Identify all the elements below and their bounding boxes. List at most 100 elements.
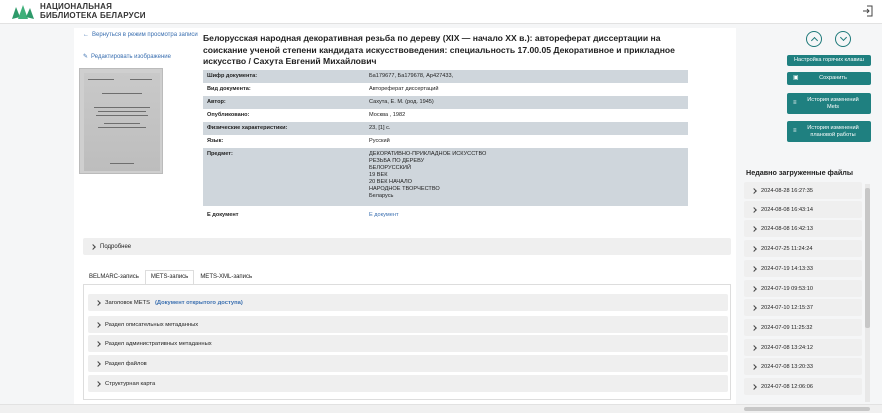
meta-value-subjects: ДЕКОРАТИВНО-ПРИКЛАДНОЕ ИСКУССТВО РЕЗЬБА … — [365, 148, 688, 203]
meta-row-author: Автор: Сахута, Е. М. (род. 1945) — [203, 96, 688, 109]
recent-file-timestamp: 2024-07-19 09:53:10 — [761, 285, 813, 292]
chevron-right-icon — [751, 344, 757, 351]
recent-file-item[interactable]: 2024-07-08 12:06:06 — [744, 378, 862, 395]
metadata-table: Шифр документа: Ба179677, Ба179678, Ар42… — [203, 70, 688, 222]
meta-label: Предмет: — [207, 151, 233, 157]
list-icon: ≡ — [793, 100, 797, 107]
chevron-up-icon — [810, 36, 819, 45]
open-access-badge: (Документ открытого доступа) — [154, 299, 243, 306]
subject-line: 19 ВЕК — [369, 172, 388, 178]
app-header: НАЦИОНАЛЬНАЯ БИБЛИОТЕКА БЕЛАРУСИ — [0, 0, 882, 24]
recent-file-item[interactable]: 2024-07-19 09:53:10 — [744, 280, 862, 297]
tab-belmarc[interactable]: BELMARC-запись — [83, 270, 145, 285]
arrow-left-icon: ← — [83, 32, 89, 38]
chevron-right-icon — [751, 324, 757, 331]
recent-file-item[interactable]: 2024-07-19 14:13:33 — [744, 260, 862, 277]
chevron-right-icon — [751, 187, 757, 194]
chevron-right-icon — [95, 360, 101, 367]
administrative-metadata-label: Раздел административных метаданных — [105, 340, 212, 347]
structmap-label: Структурная карта — [105, 380, 156, 387]
mets-header-accordion[interactable]: Заголовок METS (Документ открытого досту… — [88, 294, 728, 311]
document-thumbnail[interactable] — [79, 68, 163, 174]
meta-label: Шифр документа: — [207, 73, 258, 79]
tab-mets[interactable]: METS-запись — [144, 270, 195, 285]
meta-value: Москва , 1982 — [369, 112, 406, 118]
meta-row-doctype: Вид документа: Автореферат диссертаций — [203, 83, 688, 96]
files-section-accordion[interactable]: Раздел файлов — [88, 355, 728, 372]
meta-row-published: Опубликовано: Москва , 1982 — [203, 109, 688, 122]
recent-file-item[interactable]: 2024-07-08 13:20:33 — [744, 358, 862, 375]
recent-file-item[interactable]: 2024-07-25 11:24:24 — [744, 240, 862, 257]
subject-line: НАРОДНОЕ ТВОРЧЕСТВО — [369, 186, 440, 192]
chevron-right-icon — [95, 380, 101, 387]
recent-file-timestamp: 2024-07-19 14:13:33 — [761, 265, 813, 272]
meta-value: Русский — [369, 138, 390, 144]
details-accordion[interactable]: Подробнее — [83, 238, 731, 255]
chevron-right-icon — [751, 225, 757, 232]
descriptive-metadata-accordion[interactable]: Раздел описательных метаданных — [88, 316, 728, 333]
meta-value: Ба179677, Ба179678, Ар427433, — [369, 73, 454, 79]
meta-label: Вид документа: — [207, 86, 251, 92]
recent-files-scrollbar[interactable] — [865, 184, 870, 402]
hotkeys-settings-button[interactable]: Настройка горячих клавиш — [787, 55, 871, 66]
administrative-metadata-accordion[interactable]: Раздел административных метаданных — [88, 335, 728, 352]
recent-file-timestamp: 2024-07-08 13:20:33 — [761, 363, 813, 370]
library-name-line2: БИБЛИОТЕКА БЕЛАРУСИ — [40, 11, 146, 20]
back-to-record-link[interactable]: ← Вернуться в режим просмотра записи — [83, 32, 198, 38]
pencil-icon: ✎ — [83, 54, 89, 60]
plan-history-button[interactable]: ≡ История изменений плановой работы — [787, 121, 871, 142]
scroll-down-button[interactable] — [835, 31, 851, 47]
library-name-line1: НАЦИОНАЛЬНАЯ — [40, 2, 113, 11]
recent-file-timestamp: 2024-07-10 12:15:37 — [761, 304, 813, 311]
recent-file-timestamp: 2024-07-08 12:06:06 — [761, 383, 813, 390]
record-tabs: BELMARC-запись METS-запись METS-XML-запи… — [83, 270, 258, 285]
meta-row-language: Язык: Русский — [203, 135, 688, 148]
tab-mets-xml[interactable]: METS-XML-запись — [194, 270, 258, 285]
meta-value: 23, [1] с. — [369, 125, 391, 131]
recent-file-timestamp: 2024-07-08 13:24:12 — [761, 344, 813, 351]
edoc-link[interactable]: Е документ — [365, 209, 688, 222]
horizontal-scrollbar-thumb[interactable] — [744, 407, 870, 411]
chevron-right-icon — [751, 206, 757, 213]
chevron-right-icon — [90, 243, 96, 250]
meta-value: Сахута, Е. М. (род. 1945) — [369, 99, 434, 105]
chevron-down-icon — [839, 33, 848, 42]
recent-file-item[interactable]: 2024-08-08 16:43:14 — [744, 201, 862, 218]
logout-icon[interactable] — [862, 5, 874, 17]
subject-line: РЕЗЬБА ПО ДЕРЕВУ — [369, 158, 425, 164]
library-logo-icon[interactable] — [10, 3, 36, 21]
meta-row-shelfmark: Шифр документа: Ба179677, Ба179678, Ар42… — [203, 70, 688, 83]
mets-history-label: История изменений Mets — [807, 97, 859, 110]
list-icon: ≡ — [793, 128, 797, 135]
recent-file-item[interactable]: 2024-07-09 11:25:32 — [744, 319, 862, 336]
recent-file-timestamp: 2024-07-25 11:24:24 — [761, 245, 813, 252]
edit-link-label: Редактировать изображение — [91, 53, 171, 60]
meta-value: Автореферат диссертаций — [369, 86, 439, 92]
save-button[interactable]: ▣ Сохранить — [787, 72, 871, 85]
recent-file-item[interactable]: 2024-07-10 12:15:37 — [744, 299, 862, 316]
recent-file-timestamp: 2024-07-09 11:25:32 — [761, 324, 813, 331]
subject-line: БЕЛОРУССКИЙ — [369, 165, 411, 171]
mets-history-button[interactable]: ≡ История изменений Mets — [787, 93, 871, 114]
chevron-right-icon — [751, 304, 757, 311]
chevron-right-icon — [751, 245, 757, 252]
save-button-label: Сохранить — [819, 75, 847, 82]
recent-file-timestamp: 2024-08-28 16:27:35 — [761, 187, 813, 194]
edit-image-link[interactable]: ✎ Редактировать изображение — [83, 53, 171, 61]
subject-line: 20 ВЕК НАЧАЛО — [369, 179, 412, 185]
horizontal-scrollbar[interactable] — [0, 404, 882, 413]
meta-row-physical: Физические характеристики: 23, [1] с. — [203, 122, 688, 135]
meta-label: Е документ — [207, 212, 239, 218]
structmap-accordion[interactable]: Структурная карта — [88, 375, 728, 392]
chevron-right-icon — [95, 340, 101, 347]
details-accordion-label: Подробнее — [100, 243, 132, 250]
recent-file-item[interactable]: 2024-07-08 13:24:12 — [744, 339, 862, 356]
back-link-label: Вернуться в режим просмотра записи — [92, 32, 198, 38]
recent-file-item[interactable]: 2024-08-08 16:42:13 — [744, 220, 862, 237]
recent-file-item[interactable]: 2024-08-28 16:27:35 — [744, 182, 862, 199]
chevron-right-icon — [751, 363, 757, 370]
recent-files-title: Недавно загруженные файлы — [746, 168, 853, 177]
scroll-up-button[interactable] — [806, 31, 822, 47]
meta-label: Опубликовано: — [207, 112, 250, 118]
scrollbar-thumb[interactable] — [865, 188, 870, 328]
